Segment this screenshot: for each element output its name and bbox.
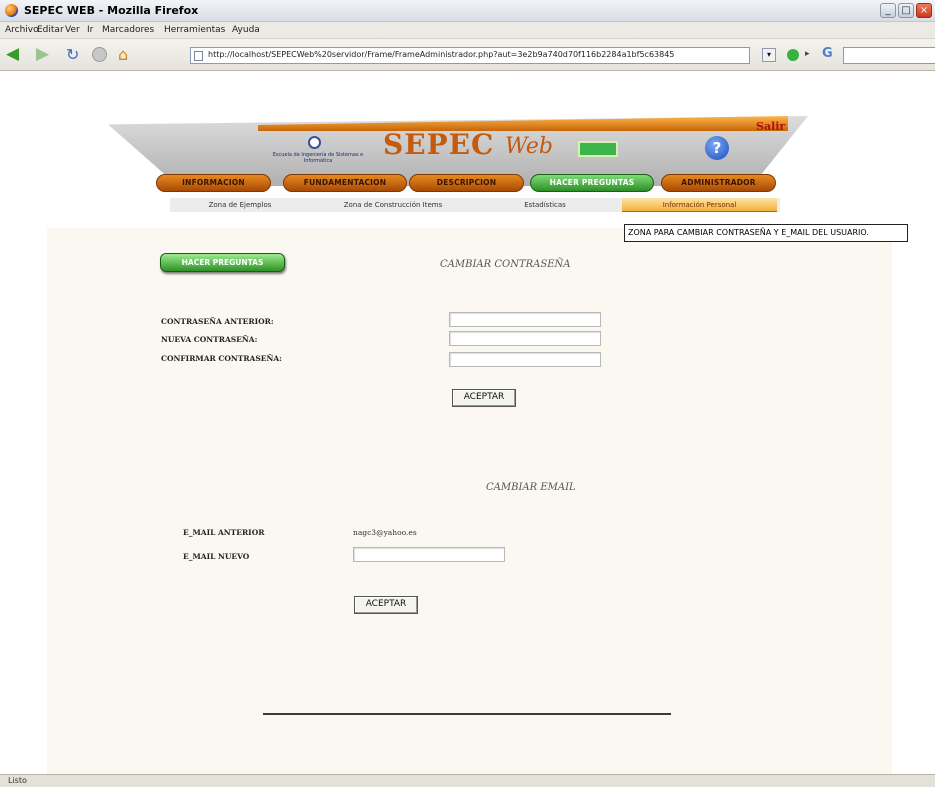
address-dropdown-icon[interactable]: ▾ xyxy=(762,48,776,62)
main-tabs: INFORMACION FUNDAMENTACION DESCRIPCION H… xyxy=(156,174,780,192)
school-logo-icon xyxy=(308,136,321,149)
stop-icon[interactable] xyxy=(92,47,107,62)
navigation-toolbar: ◀ ▶ ↻ ⌂ http://localhost/SEPECWeb%20serv… xyxy=(0,39,935,71)
browser-window: SEPEC WEB - Mozilla Firefox _ □ × Archiv… xyxy=(0,0,935,787)
help-icon[interactable]: ? xyxy=(705,136,729,160)
page-content: Escuela de Ingeniería de Sistemas e Info… xyxy=(0,71,935,774)
menu-bar: Archivo Editar Ver Ir Marcadores Herrami… xyxy=(0,22,935,39)
title-bar: SEPEC WEB - Mozilla Firefox _ □ × xyxy=(0,0,935,22)
menu-ayuda[interactable]: Ayuda xyxy=(232,25,260,35)
minimize-button[interactable]: _ xyxy=(880,3,896,18)
brand-blocks-icon xyxy=(578,141,618,157)
old-password-label: CONTRASEÑA ANTERIOR: xyxy=(161,317,274,326)
search-input[interactable] xyxy=(843,47,935,64)
window-title: SEPEC WEB - Mozilla Firefox xyxy=(24,4,199,17)
password-section-title: CAMBIAR CONTRASEÑA xyxy=(440,259,571,270)
subtab-estadisticas[interactable]: Estadísticas xyxy=(480,198,610,212)
back-arrow-icon[interactable]: ◀ xyxy=(6,46,24,63)
status-text: Listo xyxy=(8,776,27,785)
firefox-logo-icon xyxy=(5,4,18,17)
old-email-value: nagc3@yahoo.es xyxy=(353,528,417,537)
tab-fundamentacion[interactable]: FUNDAMENTACION xyxy=(283,174,407,192)
maximize-button[interactable]: □ xyxy=(898,3,914,18)
tab-hacer-preguntas[interactable]: HACER PREGUNTAS xyxy=(530,174,654,192)
confirm-password-label: CONFIRMAR CONTRASEÑA: xyxy=(161,354,282,363)
new-email-field[interactable] xyxy=(353,547,505,562)
address-bar[interactable]: http://localhost/SEPECWeb%20servidor/Fra… xyxy=(190,47,750,64)
salir-link[interactable]: Salir xyxy=(756,120,785,133)
old-password-field[interactable] xyxy=(449,312,601,327)
tooltip: ZONA PARA CAMBIAR CONTRASEÑA Y E_MAIL DE… xyxy=(624,224,908,242)
email-section-title: CAMBIAR EMAIL xyxy=(486,482,576,493)
old-email-label: E_MAIL ANTERIOR xyxy=(183,528,265,537)
subtab-informacion-personal[interactable]: Información Personal xyxy=(622,198,777,212)
home-icon[interactable]: ⌂ xyxy=(118,47,136,63)
menu-ir[interactable]: Ir xyxy=(87,25,93,35)
tab-descripcion[interactable]: DESCRIPCION xyxy=(409,174,524,192)
new-email-label: E_MAIL NUEVO xyxy=(183,552,250,561)
status-bar: Listo xyxy=(0,774,935,787)
sub-tabs: Zona de Ejemplos Zona de Construcción It… xyxy=(170,198,780,212)
personal-info-panel: HACER PREGUNTAS CAMBIAR CONTRASEÑA CONTR… xyxy=(47,228,892,774)
accept-email-button[interactable]: ACEPTAR xyxy=(354,596,418,614)
accept-password-button[interactable]: ACEPTAR xyxy=(452,389,516,407)
brand-web: Web xyxy=(505,134,553,159)
school-name: Escuela de Ingeniería de Sistemas e Info… xyxy=(272,152,364,164)
menu-herramientas[interactable]: Herramientas xyxy=(164,25,225,35)
menu-editar[interactable]: Editar xyxy=(37,25,64,35)
menu-marcadores[interactable]: Marcadores xyxy=(102,25,154,35)
reload-icon[interactable]: ↻ xyxy=(66,47,84,63)
brand-title: SEPEC xyxy=(383,128,495,161)
address-text[interactable]: http://localhost/SEPECWeb%20servidor/Fra… xyxy=(208,50,743,59)
hacer-preguntas-button[interactable]: HACER PREGUNTAS xyxy=(160,253,285,272)
footer-divider xyxy=(263,713,671,715)
tab-administrador[interactable]: ADMINISTRADOR xyxy=(661,174,776,192)
confirm-password-field[interactable] xyxy=(449,352,601,367)
close-button[interactable]: × xyxy=(916,3,932,18)
go-icon[interactable] xyxy=(787,49,799,61)
subtab-zona-ejemplos[interactable]: Zona de Ejemplos xyxy=(170,198,310,212)
menu-archivo[interactable]: Archivo xyxy=(5,25,39,35)
go-arrow-icon[interactable]: ▸ xyxy=(805,49,810,59)
new-password-field[interactable] xyxy=(449,331,601,346)
subtab-zona-construccion[interactable]: Zona de Construcción Items xyxy=(318,198,468,212)
menu-ver[interactable]: Ver xyxy=(65,25,80,35)
forward-arrow-icon[interactable]: ▶ xyxy=(36,46,54,63)
page-icon xyxy=(194,51,203,61)
tab-informacion[interactable]: INFORMACION xyxy=(156,174,271,192)
new-password-label: NUEVA CONTRASEÑA: xyxy=(161,335,258,344)
search-engine-icon[interactable]: G xyxy=(822,46,840,64)
